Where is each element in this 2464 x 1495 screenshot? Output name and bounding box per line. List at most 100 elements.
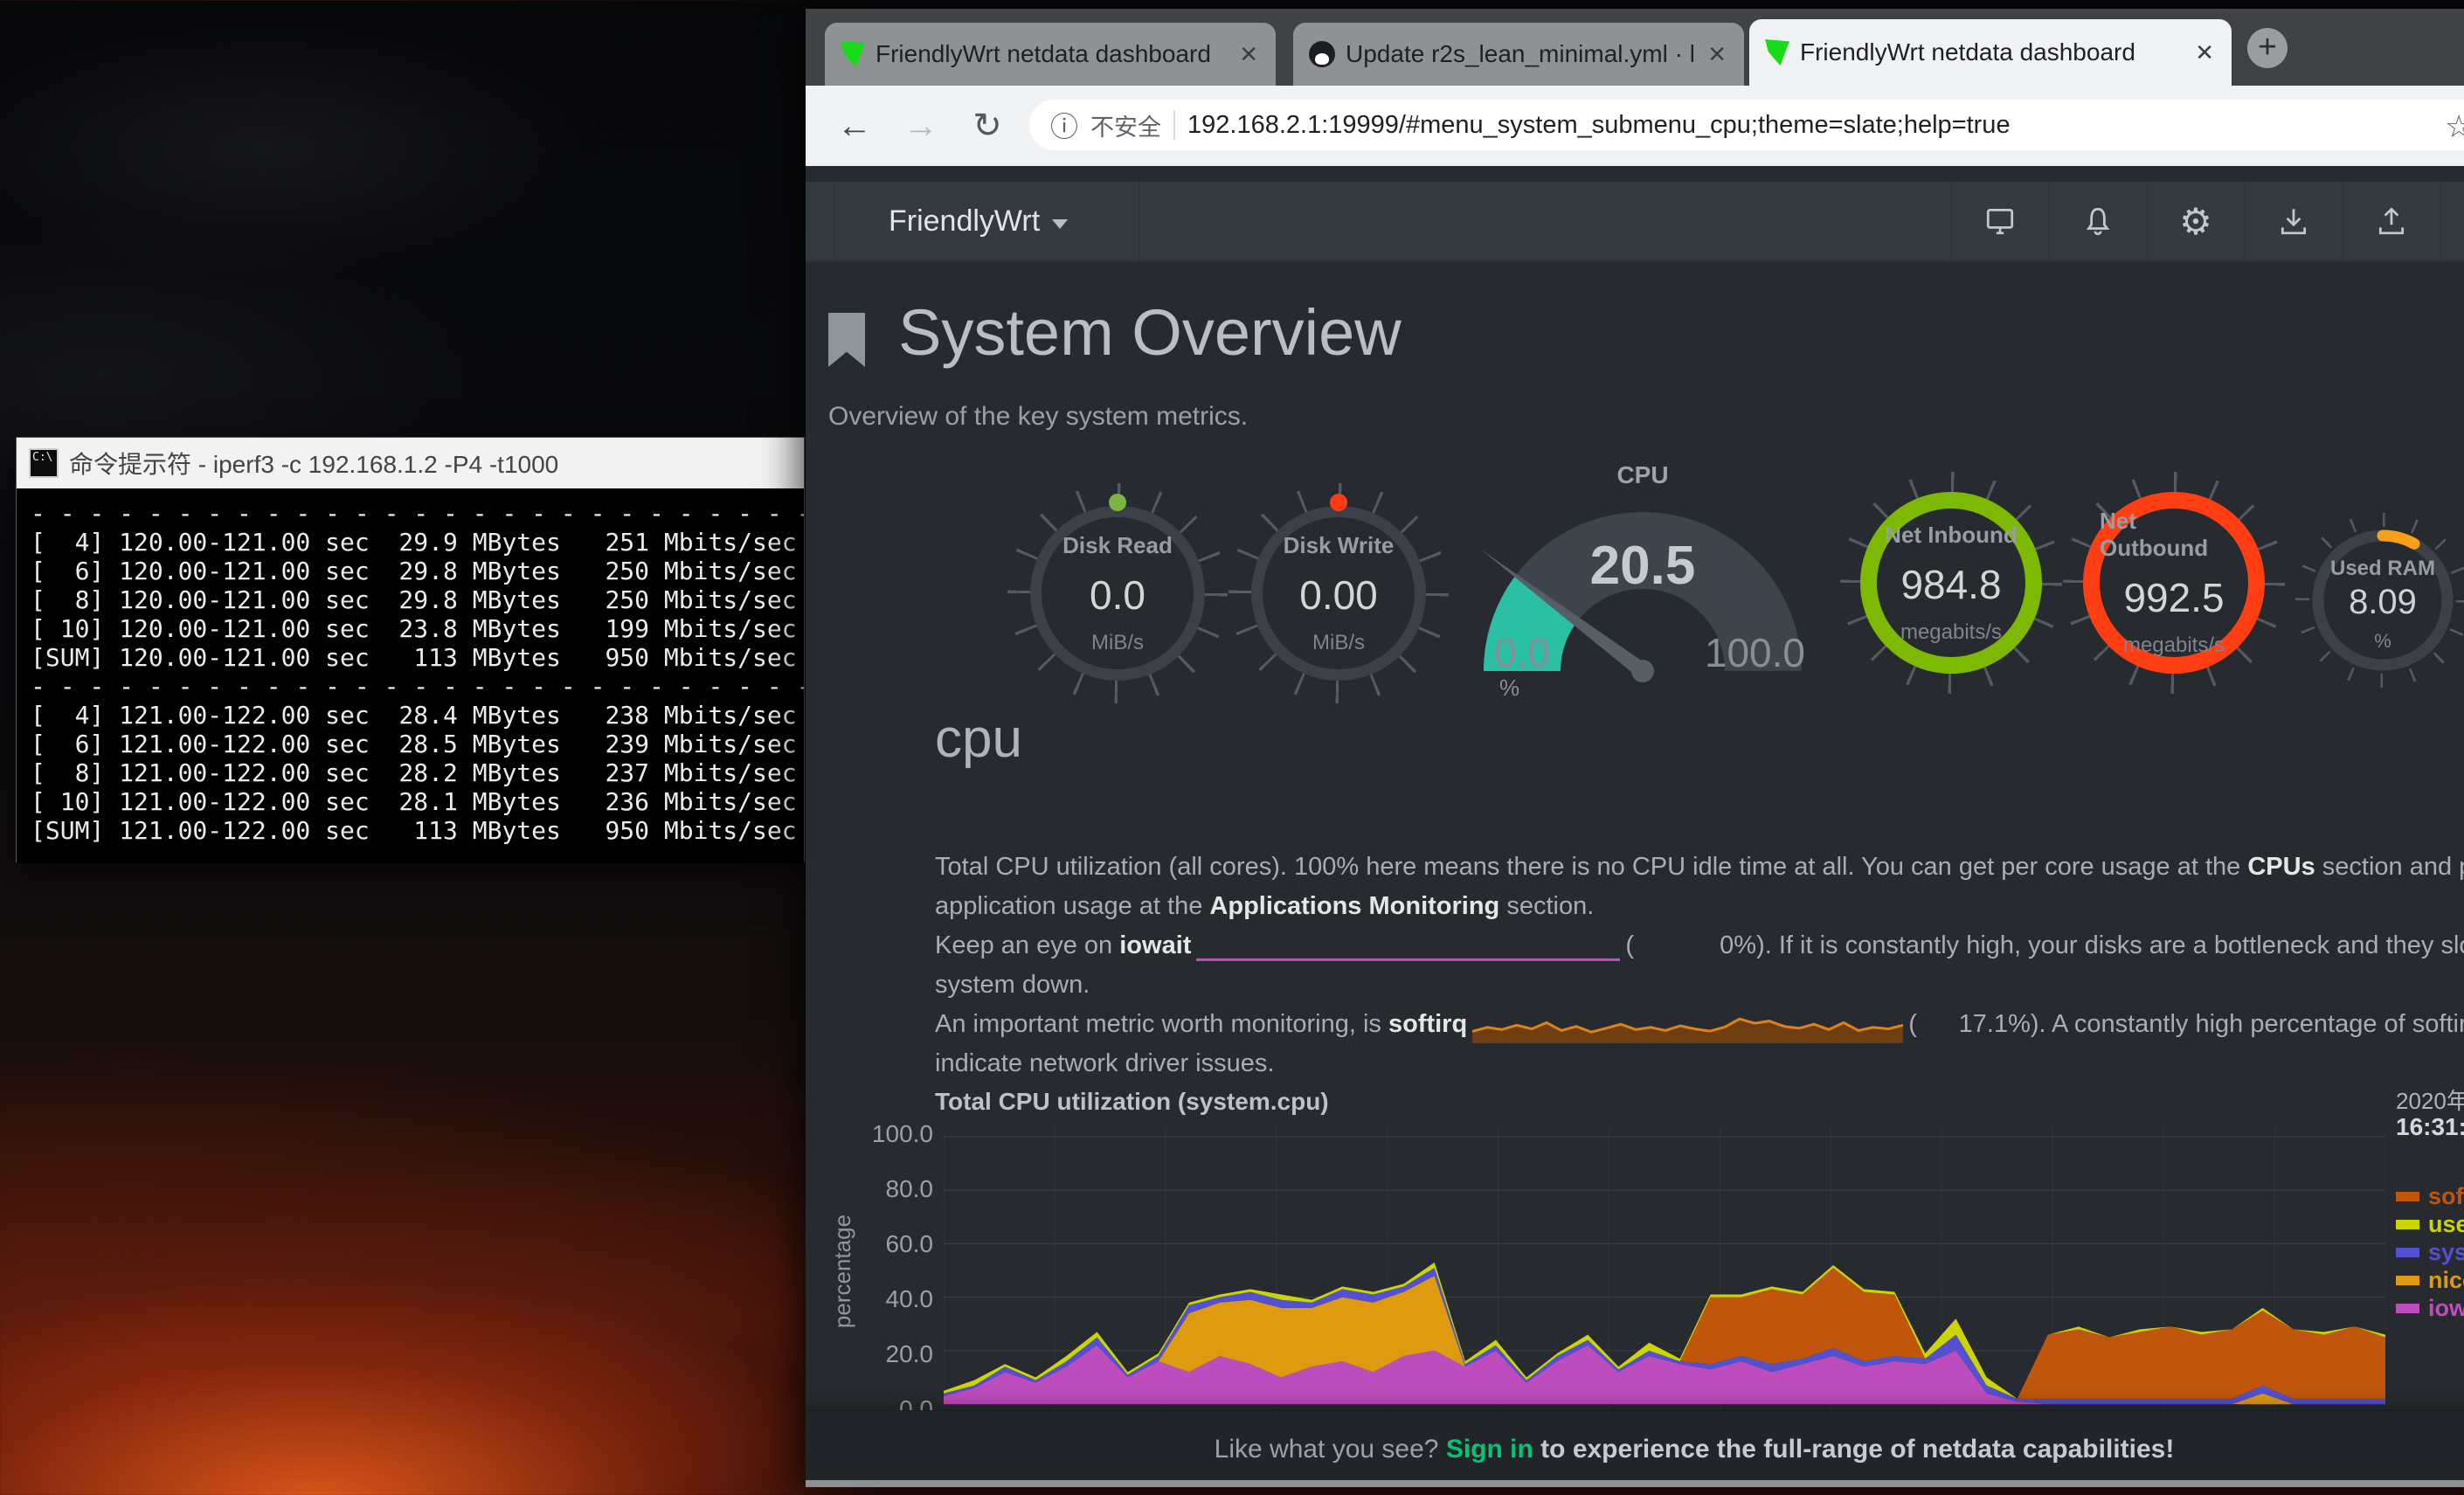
terminal-body: - - - - - - - - - - - - - - - - - - - - … (17, 488, 804, 863)
netdata-favicon-icon (841, 41, 865, 67)
tab-label: FriendlyWrt netdata dashboard (1800, 38, 2181, 66)
gauge-unit: megabits/s (1900, 620, 2002, 645)
browser-tab-3-active[interactable]: FriendlyWrt netdata dashboard ✕ (1749, 19, 2232, 86)
section-heading-cpu: cpu (935, 708, 1022, 770)
text-segment: application usage at the (935, 892, 1209, 921)
text-segment: section and per (2315, 853, 2464, 882)
cpu-gauge-title: CPU (1477, 461, 1809, 489)
y-tick: 80.0 (846, 1175, 933, 1203)
chart-date: 2020年3 (2396, 1083, 2464, 1116)
legend-swatch (2396, 1192, 2419, 1201)
caret-down-icon (1052, 219, 1068, 229)
legend-swatch (2396, 1248, 2419, 1257)
url-separator (1173, 110, 1175, 140)
info-icon[interactable]: ⓘ (1050, 105, 1078, 145)
browser-tab-1[interactable]: FriendlyWrt netdata dashboard ✕ (825, 23, 1276, 86)
gauge-dot (1109, 494, 1126, 511)
y-tick: 40.0 (846, 1285, 933, 1313)
iowait-label: iowait (1119, 931, 1191, 960)
terminal-line: [ 4] 120.00-121.00 sec 29.9 MBytes 251 M… (31, 528, 790, 557)
text-line: An important metric worth monitoring, is… (935, 1005, 2464, 1044)
page-subtitle: Overview of the key system metrics. (828, 402, 1248, 432)
cpu-gauge-value: 20.5 (1477, 535, 1809, 597)
terminal-line: [SUM] 120.00-121.00 sec 113 MBytes 950 M… (31, 643, 790, 672)
text-line: Total CPU utilization (all cores). 100% … (935, 848, 2464, 887)
gauge-disk-read[interactable]: Disk Read 0.0 MiB/s (1007, 483, 1228, 703)
terminal-line: [ 8] 121.00-122.00 sec 28.2 MBytes 237 M… (31, 758, 790, 787)
gauge-label: Disk Write (1284, 532, 1395, 559)
text-line: system down. (935, 966, 2464, 1005)
nodes-view-button[interactable] (1951, 182, 2049, 260)
tab-close-icon[interactable]: ✕ (2191, 39, 2218, 66)
bookmark-star-icon[interactable]: ☆ (2445, 108, 2464, 145)
new-tab-button[interactable]: + (2247, 28, 2288, 68)
terminal-line: - - - - - - - - - - - - - - - - - - - - … (31, 672, 790, 701)
export-button[interactable] (2343, 182, 2440, 260)
legend-swatch (2396, 1220, 2419, 1229)
bookmark-icon (828, 313, 865, 367)
forward-button[interactable]: → (896, 101, 945, 150)
cmd-icon: C:\ (29, 448, 59, 478)
back-button[interactable]: ← (830, 101, 879, 150)
signin-link[interactable]: Sign in (1446, 1435, 1533, 1464)
alarms-button[interactable] (2049, 182, 2147, 260)
tab-label: Update r2s_lean_minimal.yml · k (1346, 40, 1693, 68)
gauge-cpu[interactable]: CPU 20.5 0.0 % 100.0 (1477, 454, 1809, 708)
terminal-line: [ 8] 120.00-121.00 sec 29.8 MBytes 250 M… (31, 585, 790, 614)
terminal-line: - - - - - - - - - - - - - - - - - - - - … (31, 499, 790, 528)
gauge-value: 8.09 (2295, 583, 2464, 622)
text-line: application usage at the Applications Mo… (935, 887, 2464, 926)
text-segment: ( (1625, 931, 1634, 960)
softirq-label: softirq (1388, 1010, 1467, 1039)
terminal-line: [ 6] 120.00-121.00 sec 29.8 MBytes 250 M… (31, 557, 790, 585)
gauge-value: 0.00 (1299, 571, 1378, 619)
netdata-favicon-icon (1765, 39, 1789, 66)
terminal-line: [ 6] 121.00-122.00 sec 28.5 MBytes 239 M… (31, 730, 790, 758)
settings-button[interactable]: ⚙ (2147, 182, 2245, 260)
brand-dropdown[interactable]: FriendlyWrt (889, 182, 1068, 260)
link-applications-monitoring[interactable]: Applications Monitoring (1209, 892, 1499, 921)
chart-time: 16:31:2 (2396, 1113, 2464, 1141)
reload-button[interactable]: ↻ (963, 101, 1012, 150)
page-title: System Overview (898, 295, 1402, 370)
github-favicon-icon (1309, 41, 1335, 67)
text-segment: ). A constantly high percentage of softi… (2031, 1010, 2464, 1039)
legend-label: iowait (2428, 1295, 2464, 1322)
terminal-line: [ 4] 121.00-122.00 sec 28.4 MBytes 238 M… (31, 701, 790, 730)
legend-item[interactable]: iowait (2396, 1296, 2464, 1320)
gauge-disk-write[interactable]: Disk Write 0.00 MiB/s (1229, 483, 1449, 703)
gauge-label: Net Inbound (1885, 522, 2018, 549)
gauge-used-ram[interactable]: Used RAM 8.09 % (2295, 513, 2464, 688)
bell-icon (2081, 204, 2114, 238)
main-chart[interactable] (944, 1128, 2385, 1409)
url-text[interactable]: 192.168.2.1:19999/#menu_system_submenu_c… (1187, 111, 2464, 140)
text-line: Keep an eye on iowait(0%). If it is cons… (935, 926, 2464, 966)
import-button[interactable] (2245, 182, 2343, 260)
download-icon (2277, 204, 2310, 238)
text-segment: ). If it is constantly high, your disks … (1756, 931, 2464, 960)
url-bar[interactable]: ⓘ 不安全 192.168.2.1:19999/#menu_system_sub… (1029, 100, 2464, 150)
terminal-title: 命令提示符 - iperf3 -c 192.168.1.2 -P4 -t1000 (69, 446, 558, 481)
terminal-titlebar[interactable]: C:\ 命令提示符 - iperf3 -c 192.168.1.2 -P4 -t… (17, 438, 804, 488)
terminal-line: [ 10] 121.00-122.00 sec 28.1 MBytes 236 … (31, 787, 790, 816)
signin-bar: Like what you see? Sign in to experience… (806, 1410, 2464, 1480)
link-cpus[interactable]: CPUs (2247, 853, 2315, 882)
y-tick: 20.0 (846, 1340, 933, 1368)
gauge-net-outbound[interactable]: Net Outbound 992.5 megabits/s (2063, 472, 2285, 694)
legend-item[interactable]: system (2396, 1240, 2464, 1264)
tab-close-icon[interactable]: ✕ (1235, 41, 1262, 68)
gauge-unit: MiB/s (1091, 631, 1144, 655)
browser-tab-2[interactable]: Update r2s_lean_minimal.yml · k ✕ (1293, 23, 1744, 86)
terminal-window: C:\ 命令提示符 - iperf3 -c 192.168.1.2 -P4 -t… (16, 437, 805, 862)
gauge-net-inbound[interactable]: Net Inbound 984.8 megabits/s (1840, 472, 2062, 694)
legend-item[interactable]: nice (2396, 1268, 2464, 1292)
tab-strip: FriendlyWrt netdata dashboard ✕ Update r… (806, 9, 2464, 86)
text-segment: An important metric worth monitoring, is (935, 1010, 1388, 1039)
chart-title: Total CPU utilization (system.cpu) (935, 1088, 1329, 1116)
monitor-icon (1983, 204, 2017, 238)
gauge-unit: % (2295, 630, 2464, 653)
legend-item[interactable]: user (2396, 1212, 2464, 1236)
tab-close-icon[interactable]: ✕ (1704, 41, 1730, 68)
softirq-sparkline (1472, 1006, 1903, 1044)
legend-item[interactable]: softirq (2396, 1184, 2464, 1208)
